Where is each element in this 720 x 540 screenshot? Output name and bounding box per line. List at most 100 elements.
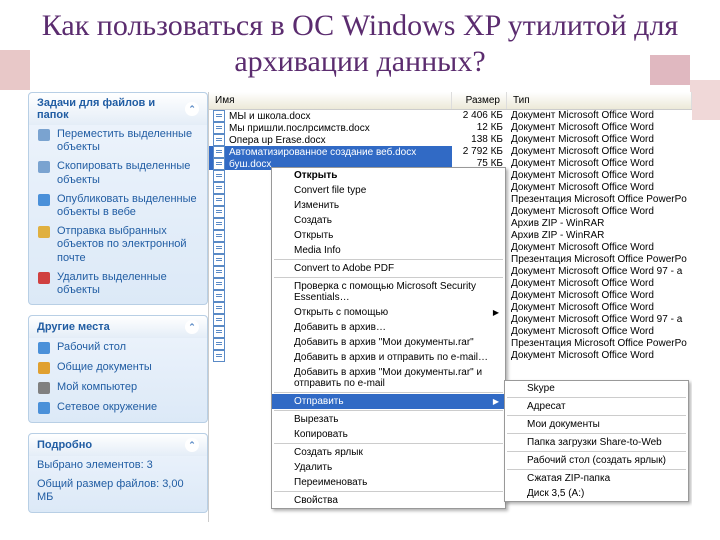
submenu-icon: [509, 401, 521, 413]
column-headers: Имя Размер Тип: [209, 92, 692, 110]
context-menu-item[interactable]: Создать ярлык: [272, 445, 505, 460]
file-type: Документ Microsoft Office Word 97 - a: [507, 266, 692, 278]
context-menu-item[interactable]: Свойства: [272, 493, 505, 508]
details-line: Выбрано элементов: 3: [29, 456, 207, 475]
submenu-item[interactable]: Диск 3,5 (A:): [505, 486, 688, 501]
submenu-item[interactable]: Сжатая ZIP-папка: [505, 471, 688, 486]
submenu-item[interactable]: Папка загрузки Share-to-Web: [505, 435, 688, 450]
menu-label: Изменить: [294, 200, 339, 211]
menu-icon: [276, 352, 288, 364]
mail-icon: [37, 225, 51, 239]
doc-icon: [213, 134, 225, 146]
context-menu-item[interactable]: Вырезать: [272, 412, 505, 427]
submenu-icon: [509, 488, 521, 500]
doc-icon: [213, 194, 225, 206]
context-menu-item[interactable]: Открыть с помощью▶: [272, 305, 505, 320]
context-menu-item[interactable]: Добавить в архив…: [272, 320, 505, 335]
task-link[interactable]: Переместить выделенные объекты: [29, 125, 207, 157]
context-menu-item[interactable]: Добавить в архив и отправить по e-mail…: [272, 350, 505, 365]
file-row[interactable]: Опера up Erase.docx138 КБДокумент Micros…: [209, 134, 692, 146]
send-to-submenu[interactable]: Skype Адресат Мои документы Папка загрузки …: [504, 380, 689, 502]
menu-label: Переименовать: [294, 477, 367, 488]
context-menu-item[interactable]: Открыть: [272, 168, 505, 183]
file-type: Документ Microsoft Office Word: [507, 146, 692, 158]
menu-label: Открыть: [294, 170, 337, 181]
context-menu-item[interactable]: Media Info: [272, 243, 505, 258]
submenu-item[interactable]: Skype: [505, 381, 688, 396]
menu-icon: [276, 337, 288, 349]
context-menu-item[interactable]: Копировать: [272, 427, 505, 442]
menu-label: Отправить: [294, 396, 344, 407]
place-label: Общие документы: [57, 361, 152, 375]
place-label: Сетевое окружение: [57, 401, 157, 415]
file-name: Мы пришли.послрсимcтв.docx: [229, 123, 370, 134]
context-menu-item[interactable]: Создать: [272, 213, 505, 228]
task-link[interactable]: Скопировать выделенные объекты: [29, 157, 207, 189]
tasks-panel-header[interactable]: Задачи для файлов и папок ⌃: [29, 93, 207, 125]
task-link[interactable]: Удалить выделенные объекты: [29, 268, 207, 300]
context-menu-item[interactable]: Convert to Adobe PDF: [272, 261, 505, 276]
delete-icon: [37, 271, 51, 285]
task-label: Отправка выбранных объектов по электронн…: [57, 225, 199, 265]
task-link[interactable]: Опубликовать выделенные объекты в вебе: [29, 190, 207, 222]
menu-label: Добавить в архив и отправить по e-mail…: [294, 352, 488, 363]
submenu-icon: [509, 473, 521, 485]
submenu-arrow-icon: ▶: [493, 397, 499, 406]
file-type: Документ Microsoft Office Word: [507, 206, 692, 218]
column-size[interactable]: Размер: [452, 92, 507, 109]
menu-label: Создать ярлык: [294, 447, 363, 458]
place-link[interactable]: Сетевое окружение: [29, 398, 207, 418]
column-name[interactable]: Имя: [209, 92, 452, 109]
context-menu-item[interactable]: Открыть: [272, 228, 505, 243]
context-menu-item[interactable]: Добавить в архив "Мои документы.rar" и о…: [272, 365, 505, 391]
file-type: Архив ZIP - WinRAR: [507, 218, 692, 230]
context-menu-item[interactable]: Добавить в архив "Мои документы.rar": [272, 335, 505, 350]
file-type: Документ Microsoft Office Word: [507, 134, 692, 146]
collapse-icon[interactable]: ⌃: [185, 438, 199, 452]
doc-icon: [213, 218, 225, 230]
submenu-item[interactable]: Рабочий стол (создать ярлык): [505, 453, 688, 468]
submenu-label: Папка загрузки Share-to-Web: [527, 437, 662, 448]
context-menu[interactable]: ОткрытьConvert file typeИзменитьСоздатьО…: [271, 167, 506, 509]
file-row[interactable]: Мы пришли.послрсимcтв.docx 12 КБДокумент …: [209, 122, 692, 134]
task-link[interactable]: Отправка выбранных объектов по электронн…: [29, 222, 207, 268]
doc-icon: [213, 242, 225, 254]
details-panel-header[interactable]: Подробно ⌃: [29, 434, 207, 456]
menu-label: Проверка с помощью Microsoft Security Es…: [294, 281, 476, 303]
file-type: Презентация Microsoft Office PowerPo: [507, 338, 692, 350]
context-menu-item[interactable]: Проверка с помощью Microsoft Security Es…: [272, 279, 505, 305]
context-menu-item[interactable]: Convert file type: [272, 183, 505, 198]
menu-label: Media Info: [294, 245, 341, 256]
file-row[interactable]: Автоматизированное создание веб.docx 2 79…: [209, 146, 692, 158]
computer-icon: [37, 381, 51, 395]
file-size: 12 КБ: [452, 122, 507, 134]
context-menu-item[interactable]: Изменить: [272, 198, 505, 213]
place-link[interactable]: Общие документы: [29, 358, 207, 378]
collapse-icon[interactable]: ⌃: [185, 102, 199, 116]
file-size: 2 792 КБ: [452, 146, 507, 158]
context-menu-item[interactable]: Переименовать: [272, 475, 505, 490]
file-name: Автоматизированное создание веб.docx: [229, 147, 416, 158]
doc-icon: [213, 170, 225, 182]
doc-icon: [213, 230, 225, 242]
places-panel-header[interactable]: Другие места ⌃: [29, 316, 207, 338]
collapse-icon[interactable]: ⌃: [185, 320, 199, 334]
submenu-item[interactable]: Мои документы: [505, 417, 688, 432]
task-label: Переместить выделенные объекты: [57, 128, 199, 154]
column-type[interactable]: Тип: [507, 92, 692, 109]
menu-label: Удалить: [294, 462, 332, 473]
submenu-item[interactable]: Адресат: [505, 399, 688, 414]
file-type: Документ Microsoft Office Word: [507, 122, 692, 134]
submenu-icon: [509, 455, 521, 467]
file-type: Документ Microsoft Office Word: [507, 302, 692, 314]
context-menu-item[interactable]: Отправить ▶: [272, 394, 505, 409]
file-row[interactable]: МЫ и школа.docx2 406 КБДокумент Microsof…: [209, 110, 692, 122]
place-link[interactable]: Мой компьютер: [29, 378, 207, 398]
move-icon: [37, 128, 51, 142]
menu-label: Вырезать: [294, 414, 338, 425]
place-link[interactable]: Рабочий стол: [29, 338, 207, 358]
menu-label: Добавить в архив "Мои документы.rar": [294, 337, 474, 348]
context-menu-item[interactable]: Удалить: [272, 460, 505, 475]
submenu-label: Сжатая ZIP-папка: [527, 473, 610, 484]
file-type: Документ Microsoft Office Word 97 - a: [507, 314, 692, 326]
